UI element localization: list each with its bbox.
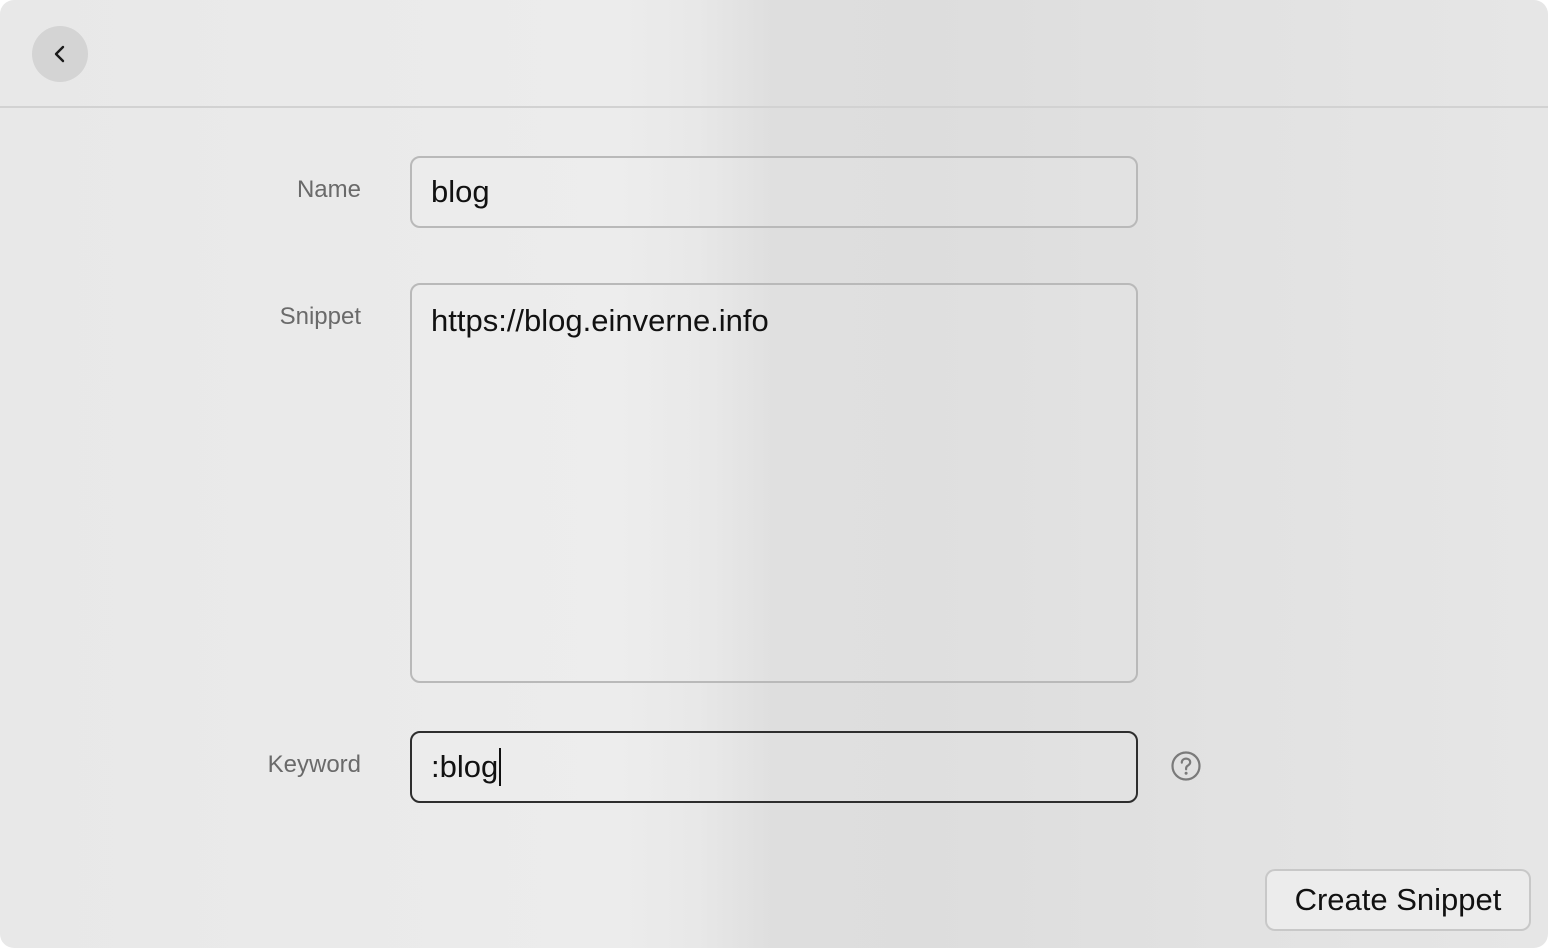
snippet-value: https://blog.einverne.info [431,303,769,338]
snippet-textarea[interactable]: https://blog.einverne.info [410,283,1138,683]
keyword-value: :blog [431,749,499,784]
create-snippet-window: Name blog Snippet https://blog.einverne.… [0,0,1548,948]
text-caret [499,748,502,786]
name-value: blog [431,174,490,209]
name-label: Name [296,176,361,203]
header-bar [0,0,1548,108]
question-circle-icon[interactable] [1170,750,1202,782]
keyword-label: Keyword [267,751,361,778]
name-input[interactable]: blog [410,156,1138,228]
snippet-label: Snippet [279,303,361,330]
keyword-input[interactable]: :blog [410,731,1138,803]
back-button[interactable] [32,26,88,82]
create-snippet-button[interactable]: Create Snippet [1265,869,1531,931]
chevron-left-icon [54,45,65,63]
